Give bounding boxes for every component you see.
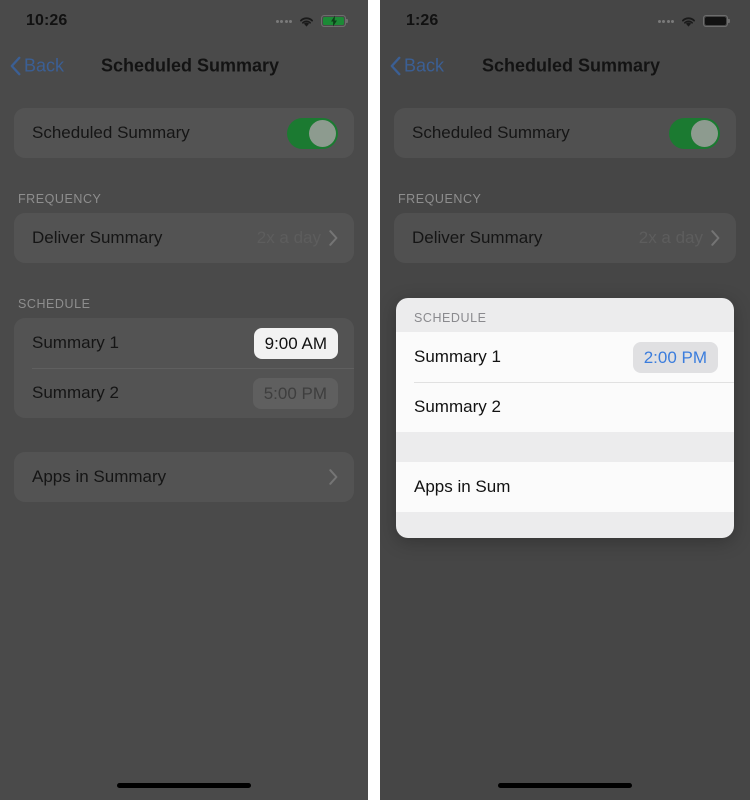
row-label: Summary 2 [414, 397, 501, 416]
frequency-section-header: FREQUENCY [18, 192, 102, 206]
status-bar-clock: 1:26 [406, 12, 439, 29]
sheet-section-gap [396, 432, 734, 462]
bolt-glyph [330, 15, 337, 27]
toggle-knob [691, 119, 718, 147]
frequency-section-header: FREQUENCY [398, 192, 482, 206]
nav-bar-right: Back Scheduled Summary [380, 42, 750, 90]
apps-in-summary-card: Apps in Summary [14, 452, 354, 502]
home-indicator [117, 783, 251, 788]
row-label: Scheduled Summary [412, 123, 570, 142]
row-scheduled-summary[interactable]: Scheduled Summary [14, 108, 354, 158]
page-title: Scheduled Summary [100, 55, 280, 76]
home-indicator [498, 783, 632, 788]
battery-charging-icon [321, 15, 349, 27]
row-accessory: 2x a day [257, 228, 338, 248]
row-label: Summary 1 [32, 333, 119, 352]
status-bar-indicators [657, 15, 731, 28]
summary-1-time-button[interactable]: 2:00 PM [632, 341, 718, 373]
row-label: Summary 1 [414, 347, 501, 366]
status-bar-clock: 10:26 [26, 12, 68, 29]
summary-1-time-button[interactable]: 9:00 AM [253, 327, 338, 359]
row-label: Apps in Summary [32, 467, 167, 486]
frequency-card: Deliver Summary 2x a day [394, 213, 736, 263]
row-label: Scheduled Summary [32, 123, 190, 142]
schedule-card: Summary 1 9:00 AM Summary 2 5:00 PM [14, 318, 354, 418]
status-bar-left: 10:26 [0, 0, 368, 42]
phone-screen-left: 10:26 Back Scheduled Summary Scheduled S… [0, 0, 368, 800]
row-summary-2[interactable]: Summary 2 5:00 PM [14, 368, 354, 418]
panel-divider [368, 0, 380, 800]
row-summary-1[interactable]: Summary 1 2:00 PM [396, 332, 734, 382]
row-label: Deliver Summary [412, 228, 543, 247]
screenshot-stage: 10:26 Back Scheduled Summary Scheduled S… [0, 0, 750, 800]
settings-content-left: Scheduled Summary FREQUENCY Deliver Summ… [0, 90, 368, 800]
phone-screen-right: 1:26 Back Scheduled Summary Scheduled Su… [380, 0, 750, 800]
scheduled-summary-card: Scheduled Summary [14, 108, 354, 158]
status-bar-right: 1:26 [380, 0, 750, 42]
row-label: Deliver Summary [32, 228, 163, 247]
chevron-right-icon [711, 230, 720, 246]
schedule-section-header: SCHEDULE [414, 311, 487, 325]
row-accessory: 2x a day [639, 228, 720, 248]
row-scheduled-summary[interactable]: Scheduled Summary [394, 108, 736, 158]
signal-dots-icon [275, 19, 292, 23]
chevron-right-icon [329, 230, 338, 246]
schedule-section-header: SCHEDULE [18, 297, 91, 311]
status-bar-indicators [275, 15, 349, 28]
scheduled-summary-toggle[interactable] [669, 117, 720, 149]
signal-dots-icon [657, 19, 674, 23]
wifi-icon [682, 16, 695, 27]
row-summary-1[interactable]: Summary 1 9:00 AM [14, 318, 354, 368]
scheduled-summary-toggle[interactable] [287, 117, 338, 149]
wifi-icon [300, 16, 313, 27]
row-deliver-summary[interactable]: Deliver Summary 2x a day [14, 213, 354, 263]
frequency-card: Deliver Summary 2x a day [14, 213, 354, 263]
scheduled-summary-card: Scheduled Summary [394, 108, 736, 158]
apps-in-summary-card: Apps in Sum [396, 462, 734, 512]
row-value: 2x a day [256, 228, 321, 247]
row-deliver-summary[interactable]: Deliver Summary 2x a day [394, 213, 736, 263]
chevron-right-icon [329, 469, 338, 485]
schedule-modal-sheet: SCHEDULE Summary 1 2:00 PM Summary 2 App… [396, 298, 734, 538]
row-label: Apps in Sum [414, 477, 511, 496]
page-title: Scheduled Summary [481, 55, 661, 76]
row-value: 2x a day [638, 228, 703, 247]
nav-bar-left: Back Scheduled Summary [0, 42, 368, 90]
row-summary-2[interactable]: Summary 2 [396, 382, 734, 432]
schedule-card: Summary 1 2:00 PM Summary 2 [396, 332, 734, 432]
toggle-knob [309, 119, 336, 147]
summary-2-time-button[interactable]: 5:00 PM [252, 377, 338, 409]
row-label: Summary 2 [32, 383, 119, 402]
row-apps-in-summary[interactable]: Apps in Summary [14, 452, 354, 502]
row-apps-in-summary[interactable]: Apps in Sum [396, 462, 734, 512]
battery-full-icon [703, 15, 731, 27]
